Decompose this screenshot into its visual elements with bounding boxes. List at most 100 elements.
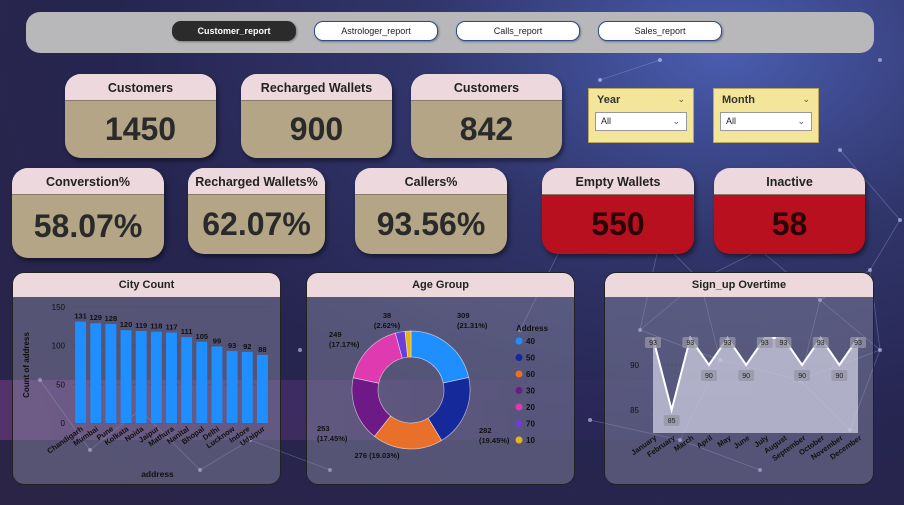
donut-slice: [410, 330, 470, 384]
x-tick-label: April: [695, 433, 714, 450]
chevron-down-icon[interactable]: ⌄: [802, 94, 810, 105]
x-tick-label: May: [716, 433, 734, 449]
tab-astrologer-report[interactable]: Astrologer_report: [314, 21, 438, 41]
bar: [226, 351, 238, 423]
kpi-recharged-wallets: Recharged Wallets 900: [241, 74, 392, 158]
city-count-bar-chart: 050100150Count of address131Chandigarh12…: [22, 303, 270, 479]
kpi-value: 900: [289, 111, 344, 147]
kpi-empty-wallets: Empty Wallets 550: [542, 168, 694, 254]
month-selected-value: All: [726, 116, 737, 126]
bar-data-label: 119: [135, 321, 147, 330]
x-axis-title: address: [141, 469, 174, 479]
legend-swatch: [515, 354, 523, 361]
point-data-label: 90: [742, 373, 750, 380]
bar: [135, 330, 147, 423]
kpi-label: Customers: [65, 74, 216, 101]
y-tick-label: 85: [630, 406, 639, 415]
network-node: [838, 148, 842, 152]
network-node: [658, 58, 662, 62]
slice-data-label: 309 (21.31%): [457, 311, 488, 330]
slice-percent: (19.45%): [479, 436, 510, 445]
chevron-down-icon: ⌄: [797, 116, 805, 126]
legend-item-label: 20: [526, 403, 535, 412]
network-line: [599, 59, 661, 81]
legend-item-label: 30: [526, 387, 535, 396]
bar: [150, 331, 162, 423]
legend-swatch: [515, 387, 523, 394]
kpi-value: 1450: [104, 111, 177, 147]
y-tick-label: 90: [630, 361, 639, 370]
y-tick-label: 100: [52, 342, 66, 351]
slice-data-label: 249 (17.17%): [329, 330, 360, 349]
legend-item-label: 10: [526, 436, 535, 445]
point-data-label: 93: [686, 340, 694, 347]
bar: [181, 337, 193, 423]
year-selected-value: All: [601, 116, 612, 126]
point-data-label: 90: [705, 373, 713, 380]
legend-swatch: [515, 420, 523, 427]
kpi-label: Callers%: [355, 168, 507, 195]
network-node: [898, 218, 902, 222]
slice-percent: (2.62%): [374, 321, 401, 330]
bar: [105, 324, 117, 423]
legend-item-label: 50: [526, 354, 535, 363]
network-node: [878, 348, 882, 352]
bar: [166, 332, 177, 423]
signup-overtime-panel: Sign_up Overtime 85 90 93 January 85 February…: [604, 272, 874, 485]
tab-calls-report[interactable]: Calls_report: [456, 21, 580, 41]
bar-data-label: 88: [258, 345, 266, 354]
city-count-panel: City Count 0 50 100 150 Count of address 131 C…: [12, 272, 281, 485]
month-dropdown[interactable]: All ⌄: [720, 112, 812, 131]
slice-value: 249: [329, 330, 342, 339]
tab-sales-report[interactable]: Sales_report: [598, 21, 722, 41]
kpi-label: Customers: [411, 74, 562, 101]
kpi-label: Converstion%: [12, 168, 164, 195]
report-nav-bar: Customer_report Astrologer_report Calls_…: [26, 12, 874, 53]
year-dropdown[interactable]: All ⌄: [595, 112, 687, 131]
bar-data-label: 120: [120, 320, 133, 329]
month-slicer: Month ⌄ All ⌄: [713, 88, 819, 143]
point-data-label: 93: [649, 340, 657, 347]
bar-data-label: 93: [228, 341, 236, 350]
chevron-down-icon[interactable]: ⌄: [677, 94, 685, 105]
slice-data-label: 282 (19.45%): [479, 426, 510, 445]
network-line: [869, 219, 901, 271]
bar: [75, 321, 87, 423]
point-data-label: 93: [854, 340, 862, 347]
bar: [120, 330, 132, 423]
bar-data-label: 99: [213, 336, 221, 345]
bar-data-label: 92: [243, 342, 251, 351]
kpi-value: 550: [591, 206, 645, 242]
legend-item-label: 70: [526, 420, 535, 429]
kpi-label: Empty Wallets: [542, 168, 694, 195]
bar-data-label: 129: [89, 313, 102, 322]
kpi-callers-pct: Callers% 93.56%: [355, 168, 507, 254]
network-node: [868, 268, 872, 272]
city-count-title: City Count: [13, 273, 280, 297]
network-node: [878, 58, 882, 62]
legend-item-label: 40: [526, 337, 535, 346]
kpi-label: Recharged Wallets%: [188, 168, 325, 195]
chevron-down-icon: ⌄: [672, 116, 680, 126]
signup-overtime-area-chart: 859093January85February93March90April93M…: [629, 335, 866, 463]
kpi-value: 93.56%: [376, 206, 486, 242]
year-slicer: Year ⌄ All ⌄: [588, 88, 694, 143]
kpi-value: 58: [771, 206, 808, 242]
point-data-label: 90: [798, 373, 806, 380]
legend-swatch: [515, 403, 523, 411]
slice-value: 38: [383, 311, 391, 320]
x-tick-label: March: [672, 433, 696, 453]
slice-percent: (21.31%): [457, 321, 488, 330]
slice-data-label: 38 (2.62%): [374, 311, 401, 330]
y-tick-label: 50: [56, 380, 65, 389]
kpi-value: 62.07%: [202, 206, 311, 242]
slice-value: 253: [317, 424, 330, 433]
bar: [211, 346, 223, 423]
kpi-value: 842: [459, 111, 514, 147]
tab-customer-report[interactable]: Customer_report: [172, 21, 296, 41]
bar: [196, 341, 208, 423]
slice-value: 282: [479, 426, 492, 435]
point-data-label: 93: [761, 340, 769, 347]
donut-slice: [352, 332, 403, 384]
bar-data-label: 111: [181, 327, 193, 336]
